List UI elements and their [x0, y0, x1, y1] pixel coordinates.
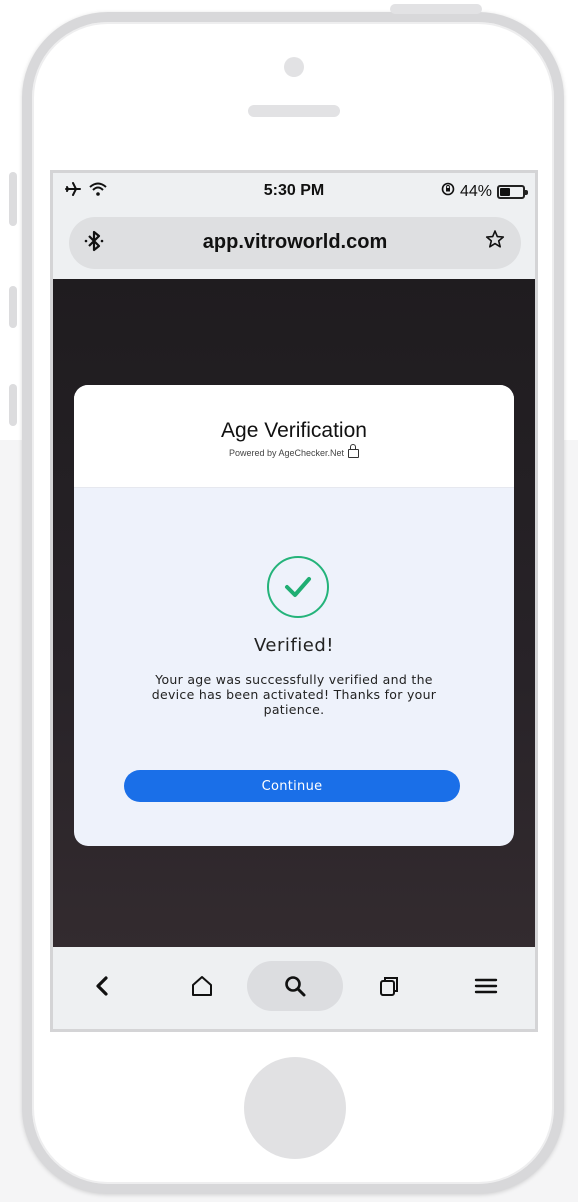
checkmark-icon: [267, 556, 329, 618]
search-icon[interactable]: [270, 961, 320, 1011]
lock-icon: [348, 443, 360, 458]
home-icon[interactable]: [177, 961, 227, 1011]
home-button[interactable]: [244, 1057, 346, 1159]
status-bar: 5:30 PM 44%: [53, 173, 535, 213]
modal-header: Age Verification Powered by AgeChecker.N…: [74, 385, 514, 488]
phone-screen: 5:30 PM 44% app.vitroworld.com Age Verif…: [50, 170, 538, 1032]
modal-title: Age Verification: [221, 419, 367, 442]
verification-message: Your age was successfully verified and t…: [151, 672, 437, 717]
battery-percent: 44%: [459, 182, 492, 200]
page-content: Age Verification Powered by AgeChecker.N…: [53, 279, 535, 947]
earpiece-speaker: [248, 105, 340, 117]
url-text[interactable]: app.vitroworld.com: [69, 231, 521, 254]
powered-by-text: Powered by AgeChecker.Net: [228, 448, 345, 458]
verified-title: Verified!: [254, 635, 334, 656]
battery-level: [500, 187, 510, 196]
star-icon[interactable]: [485, 229, 505, 255]
back-icon[interactable]: [77, 961, 127, 1011]
power-button: [390, 4, 482, 14]
front-camera: [284, 57, 304, 77]
orientation-lock-icon: [441, 182, 455, 201]
status-right: 44%: [441, 182, 528, 201]
tabs-icon[interactable]: [364, 961, 414, 1011]
url-bar[interactable]: app.vitroworld.com: [69, 217, 521, 269]
powered-by: Powered by AgeChecker.Net: [228, 443, 360, 458]
continue-button[interactable]: Continue: [124, 770, 460, 802]
volume-down-button: [9, 384, 17, 426]
menu-icon[interactable]: [461, 961, 511, 1011]
volume-up-button: [9, 286, 17, 328]
age-verification-modal: Age Verification Powered by AgeChecker.N…: [74, 385, 514, 846]
mute-switch: [9, 172, 17, 226]
battery-icon: [497, 184, 528, 199]
browser-toolbar: [53, 947, 535, 1029]
